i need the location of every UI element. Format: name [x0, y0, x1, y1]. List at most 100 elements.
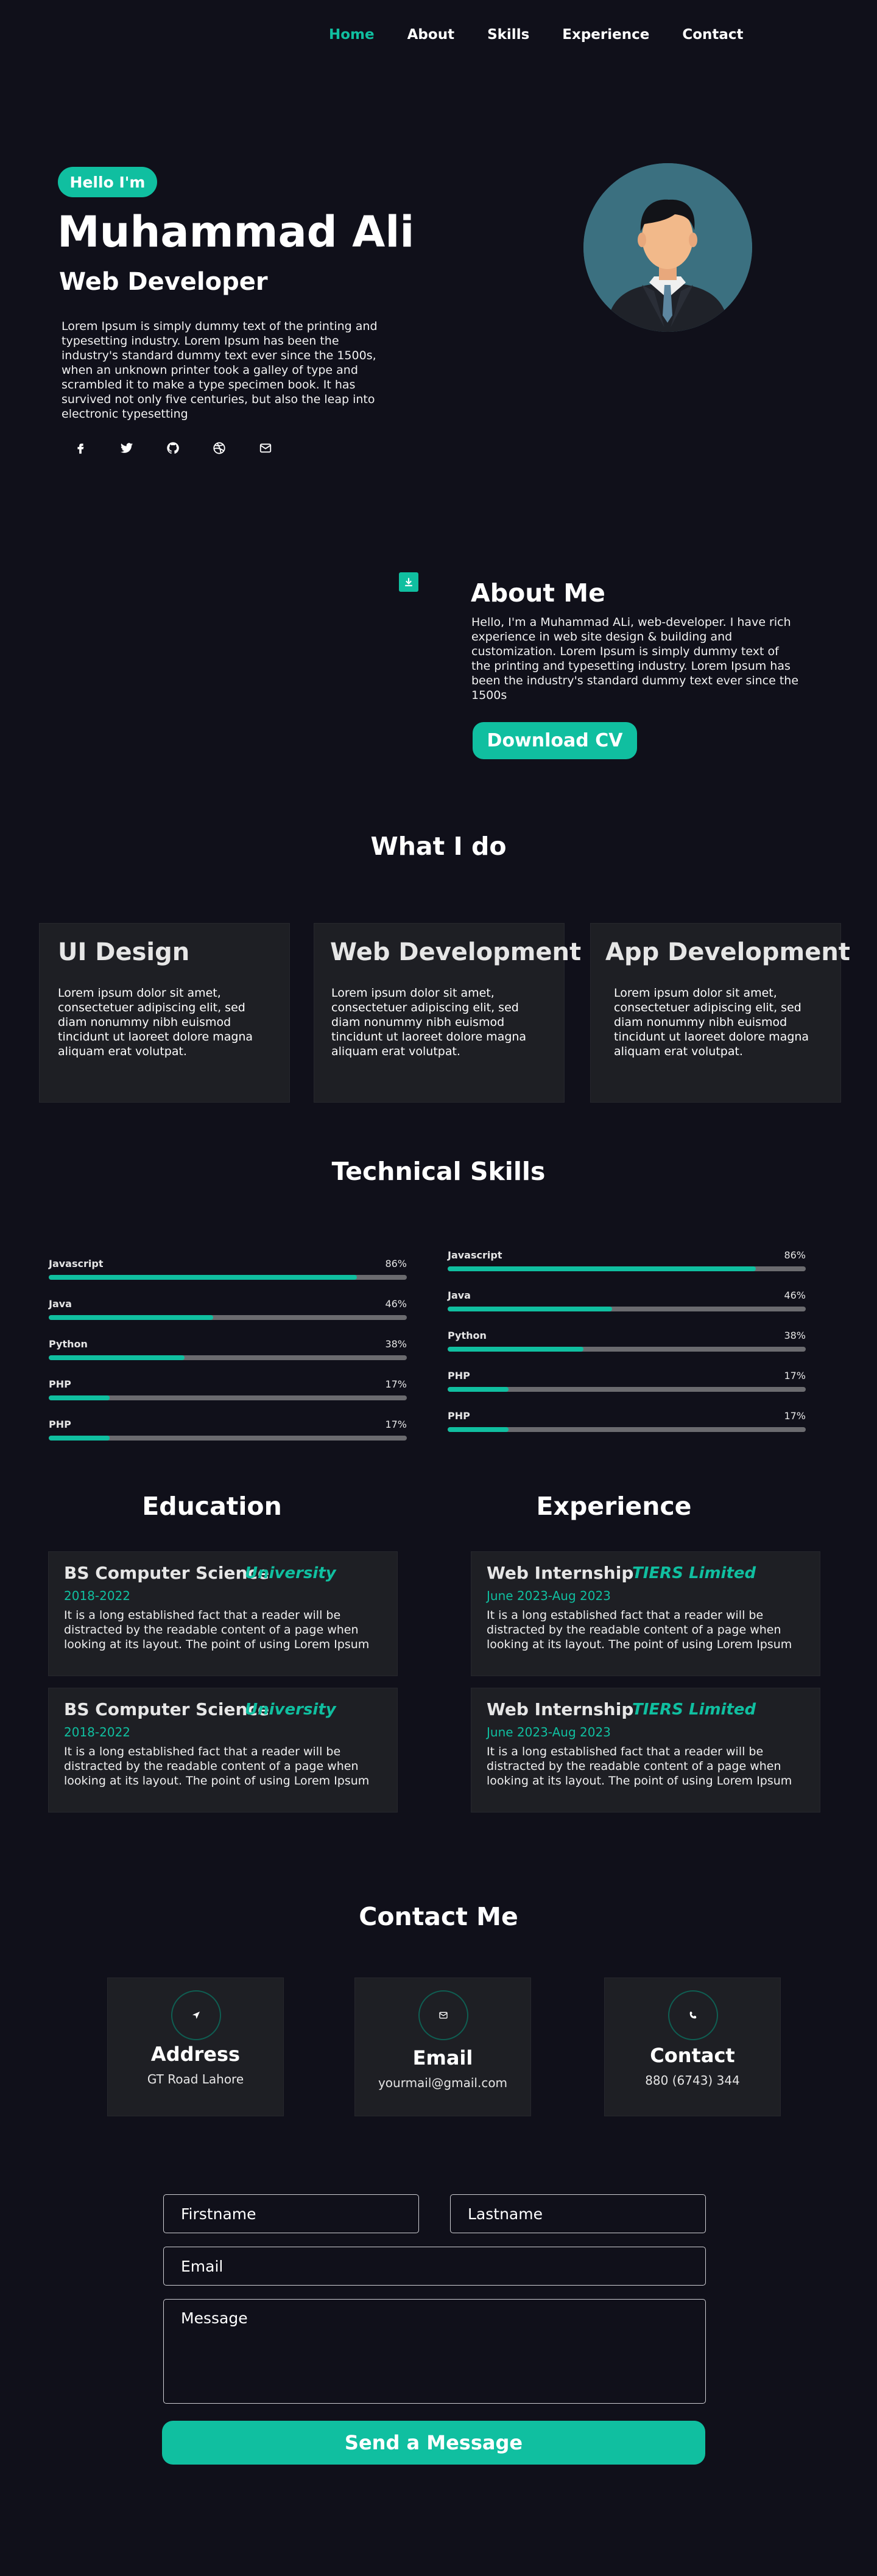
- skill-percent: 17%: [385, 1378, 407, 1390]
- phone-icon: [668, 1990, 718, 2040]
- skill-bar: [49, 1355, 407, 1360]
- avatar: [583, 163, 752, 332]
- education-institution: University: [245, 1700, 336, 1719]
- skill-name: Java: [448, 1290, 471, 1301]
- skill-name: PHP: [49, 1378, 71, 1390]
- email-input[interactable]: Email: [163, 2247, 706, 2286]
- hero-role: Web Developer: [59, 268, 268, 296]
- education-card: BS Computer Science University 2018-2022…: [48, 1551, 398, 1676]
- contact-value: 880 (6743) 344: [645, 2073, 740, 2088]
- skill-name: PHP: [49, 1419, 71, 1430]
- facebook-icon[interactable]: [72, 440, 89, 457]
- contact-value: yourmail@gmail.com: [378, 2076, 508, 2090]
- contact-label: Email: [412, 2046, 473, 2069]
- nav-contact[interactable]: Contact: [682, 27, 743, 43]
- skill-bar-fill: [448, 1427, 509, 1432]
- skill-item: Javascript 86%: [49, 1258, 407, 1280]
- message-placeholder: Message: [181, 2309, 248, 2327]
- skill-percent: 46%: [385, 1298, 407, 1310]
- email-placeholder: Email: [181, 2257, 224, 2275]
- experience-role: Web Internship: [487, 1699, 634, 1719]
- skill-percent: 38%: [385, 1338, 407, 1350]
- skill-name: Javascript: [49, 1258, 104, 1269]
- skill-percent: 17%: [784, 1370, 806, 1381]
- experience-date: June 2023-Aug 2023: [487, 1588, 611, 1603]
- about-description: Hello, I'm a Muhammad ALi, web-developer…: [471, 616, 799, 702]
- skill-item: Java 46%: [448, 1290, 806, 1311]
- experience-card: Web Internship TIERS Limited June 2023-A…: [471, 1551, 820, 1676]
- skill-percent: 86%: [385, 1258, 407, 1269]
- skill-percent: 17%: [385, 1419, 407, 1430]
- skill-bar-fill: [448, 1266, 756, 1271]
- contact-card-address: Address GT Road Lahore: [107, 1978, 284, 2116]
- education-date: 2018-2022: [64, 1725, 131, 1739]
- education-date: 2018-2022: [64, 1588, 131, 1603]
- skill-name: Python: [448, 1330, 487, 1341]
- contact-card-email: Email yourmail@gmail.com: [354, 1978, 531, 2116]
- experience-company: TIERS Limited: [632, 1700, 756, 1719]
- mail-icon[interactable]: [257, 440, 274, 457]
- skill-item: PHP 17%: [448, 1370, 806, 1392]
- skill-item: Python 38%: [49, 1338, 407, 1360]
- skill-bar: [49, 1436, 407, 1441]
- skill-name: PHP: [448, 1410, 470, 1422]
- hero-description: Lorem Ipsum is simply dummy text of the …: [62, 320, 378, 421]
- skills-title: Technical Skills: [331, 1157, 546, 1186]
- service-card-app-development: App Development Lorem ipsum dolor sit am…: [590, 923, 850, 1103]
- lastname-input[interactable]: Lastname: [450, 2194, 706, 2233]
- skill-bar-fill: [49, 1315, 214, 1320]
- education-title: Education: [142, 1492, 282, 1521]
- firstname-placeholder: Firstname: [181, 2205, 256, 2223]
- contact-label: Contact: [650, 2044, 735, 2067]
- contact-card-phone: Contact 880 (6743) 344: [604, 1978, 781, 2116]
- education-degree: BS Computer Science: [64, 1699, 269, 1719]
- hero-name: Muhammad Ali: [57, 207, 415, 257]
- twitter-icon[interactable]: [118, 440, 135, 457]
- skill-item: PHP 17%: [448, 1410, 806, 1432]
- service-card-web-development: Web Development Lorem ipsum dolor sit am…: [314, 923, 581, 1103]
- experience-title: Experience: [536, 1492, 692, 1521]
- education-description: It is a long established fact that a rea…: [64, 1609, 370, 1651]
- service-title: App Development: [605, 938, 850, 966]
- nav-home[interactable]: Home: [329, 27, 375, 43]
- skill-bar-fill: [448, 1347, 584, 1352]
- experience-company: TIERS Limited: [632, 1564, 756, 1582]
- experience-description: It is a long established fact that a rea…: [487, 1745, 792, 1788]
- firstname-input[interactable]: Firstname: [163, 2194, 419, 2233]
- skill-name: Python: [49, 1338, 88, 1350]
- contact-value: GT Road Lahore: [147, 2072, 244, 2086]
- skill-bar-fill: [49, 1355, 185, 1360]
- skill-bar: [448, 1427, 806, 1432]
- top-nav: Home About Skills Experience Contact: [329, 27, 777, 43]
- send-message-button[interactable]: Send a Message: [162, 2421, 705, 2465]
- download-icon: [399, 572, 418, 592]
- nav-skills[interactable]: Skills: [487, 27, 529, 43]
- experience-card: Web Internship TIERS Limited June 2023-A…: [471, 1688, 820, 1813]
- social-links: [72, 440, 303, 457]
- service-description: Lorem ipsum dolor sit amet, consectetuer…: [614, 986, 809, 1058]
- skill-bar: [49, 1395, 407, 1400]
- service-title: Web Development: [330, 938, 582, 966]
- skill-bar: [448, 1266, 806, 1271]
- education-card: BS Computer Science University 2018-2022…: [48, 1688, 398, 1813]
- dribbble-icon[interactable]: [211, 440, 228, 457]
- hello-badge: Hello I'm: [58, 167, 157, 197]
- download-cv-button[interactable]: Download CV: [473, 722, 637, 759]
- skill-name: PHP: [448, 1370, 470, 1381]
- skill-bar-fill: [49, 1395, 110, 1400]
- skill-item: Java 46%: [49, 1298, 407, 1320]
- experience-date: June 2023-Aug 2023: [487, 1725, 611, 1739]
- education-institution: University: [245, 1564, 336, 1582]
- contact-label: Address: [150, 2043, 241, 2066]
- message-textarea[interactable]: Message: [163, 2299, 706, 2404]
- skill-name: Java: [49, 1298, 72, 1310]
- skill-bar-fill: [49, 1275, 357, 1280]
- skill-bar-fill: [448, 1387, 509, 1392]
- service-title: UI Design: [58, 938, 190, 966]
- skill-bar-fill: [448, 1307, 613, 1311]
- skill-bar: [448, 1387, 806, 1392]
- nav-experience[interactable]: Experience: [562, 27, 649, 43]
- github-icon[interactable]: [164, 440, 181, 457]
- education-description: It is a long established fact that a rea…: [64, 1745, 370, 1788]
- nav-about[interactable]: About: [407, 27, 454, 43]
